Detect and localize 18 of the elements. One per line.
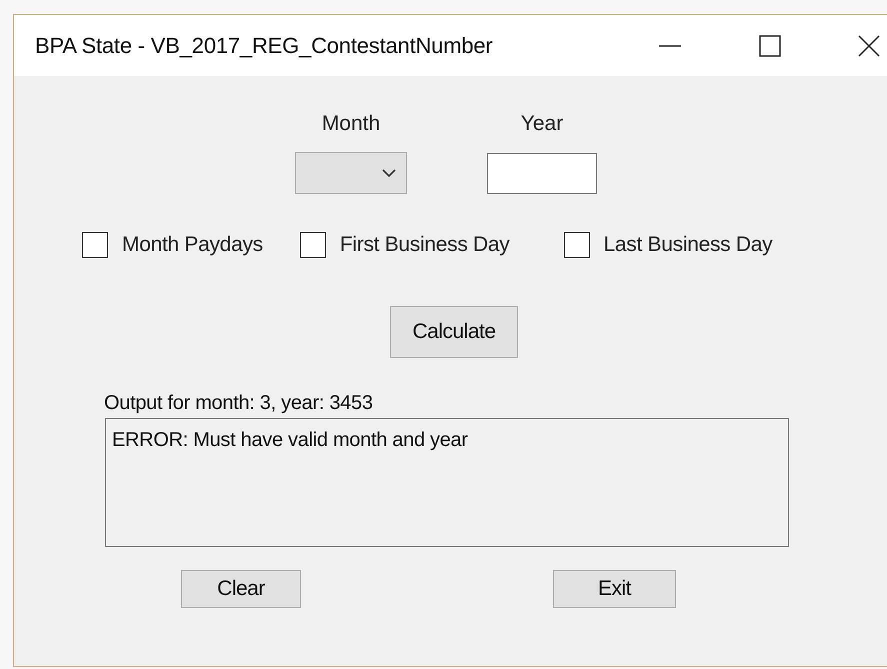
checkbox-label[interactable]: First Business Day <box>340 233 510 257</box>
checkbox-label[interactable]: Month Paydays <box>122 233 263 257</box>
clear-button[interactable]: Clear <box>181 570 301 608</box>
maximize-icon[interactable] <box>759 34 781 56</box>
checkbox[interactable] <box>300 232 326 258</box>
chevron-down-icon <box>382 169 396 177</box>
checkbox[interactable] <box>564 232 590 258</box>
checkbox-label[interactable]: Last Business Day <box>604 233 772 257</box>
checkbox[interactable] <box>82 232 108 258</box>
month-label: Month <box>322 112 380 137</box>
close-icon[interactable] <box>858 34 880 56</box>
window-title: BPA State - VB_2017_REG_ContestantNumber <box>35 32 493 58</box>
year-input-field[interactable] <box>487 153 597 194</box>
output-label: Output for month: 3, year: 3453 <box>104 392 374 415</box>
year-label: Year <box>520 112 564 137</box>
exit-button[interactable]: Exit <box>553 570 676 608</box>
calculate-button[interactable]: Calculate <box>390 306 518 358</box>
output-field: ERROR: Must have valid month and year <box>105 418 789 547</box>
